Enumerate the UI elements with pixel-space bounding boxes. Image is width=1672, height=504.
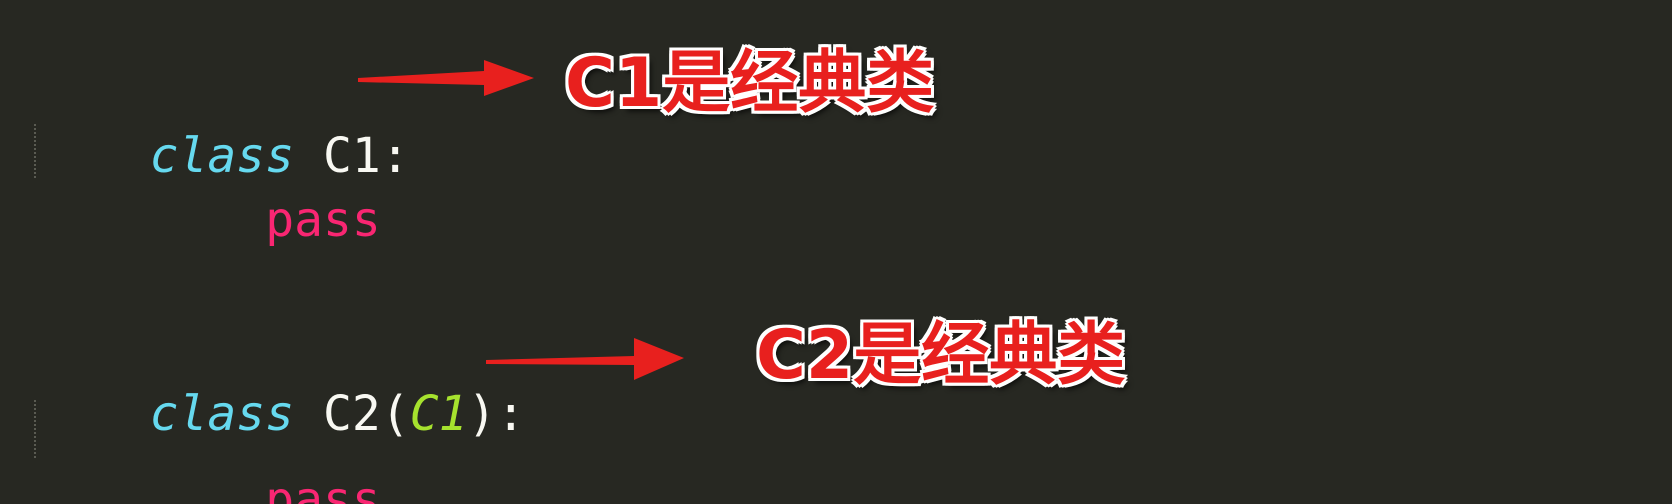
close-paren-colon: ): xyxy=(467,386,526,442)
code-line-class-c2[interactable]: class C2(C1): xyxy=(34,306,526,442)
pass-keyword: pass xyxy=(265,472,381,504)
code-editor[interactable]: class C1: pass class C2(C1): pass C1是经典类… xyxy=(0,0,1672,504)
base-class-name: C1 xyxy=(409,386,468,442)
code-line-class-c1[interactable]: class C1: xyxy=(34,48,410,184)
arrow-icon xyxy=(486,338,684,380)
open-paren: ( xyxy=(380,386,410,442)
pass-keyword: pass xyxy=(265,192,381,248)
colon: : xyxy=(380,128,410,184)
code-line-pass-1[interactable]: pass xyxy=(34,112,381,248)
code-line-pass-2[interactable]: pass xyxy=(34,392,381,504)
annotation-c1: C1是经典类 xyxy=(564,43,935,124)
arrow-icon xyxy=(358,60,534,96)
annotation-c2: C2是经典类 xyxy=(755,315,1126,396)
